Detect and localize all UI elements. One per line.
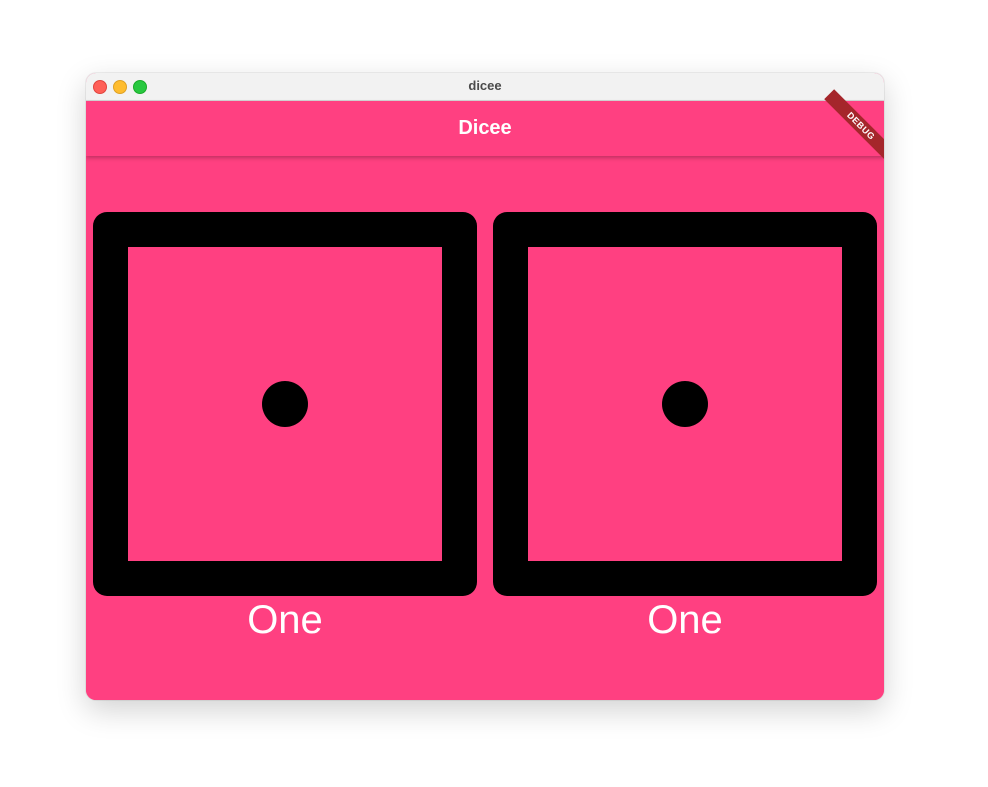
right-die-button[interactable] (493, 212, 877, 596)
right-die-face (528, 247, 842, 561)
app-bar: Dicee DEBUG (86, 89, 884, 163)
dice-area: One One (86, 156, 884, 700)
app-bar-title: Dicee (458, 117, 512, 139)
die-pip-icon (662, 381, 708, 427)
window-titlebar[interactable]: dicee (86, 73, 884, 101)
right-die-label: One (647, 598, 723, 642)
window-title: dicee (468, 78, 502, 93)
die-pip-icon (262, 381, 308, 427)
left-die-face (128, 247, 442, 561)
left-die-button[interactable] (93, 212, 477, 596)
app-window: dicee Dicee DEBUG One One (86, 73, 884, 700)
left-die-label: One (247, 598, 323, 642)
